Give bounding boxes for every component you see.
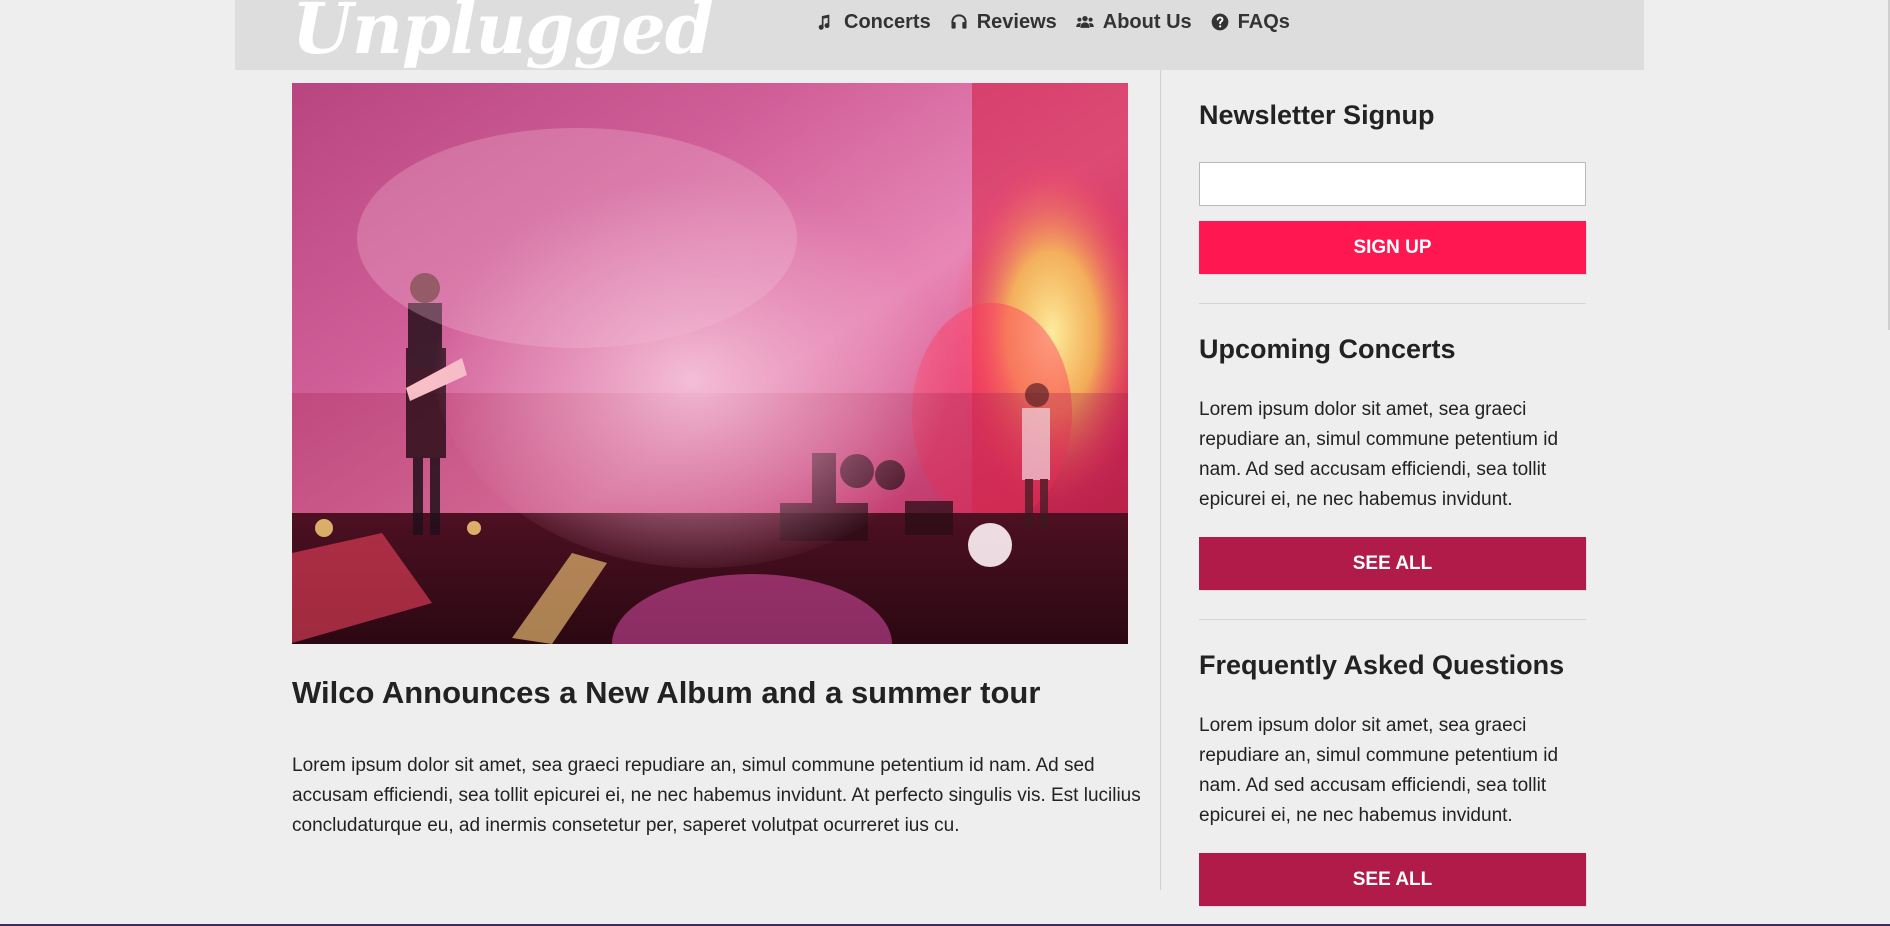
- newsletter-title: Newsletter Signup: [1199, 100, 1435, 130]
- see-all-concerts-button[interactable]: See all: [1199, 537, 1586, 590]
- article-body: Lorem ipsum dolor sit amet, sea graeci r…: [292, 755, 1141, 836]
- question-circle-icon: [1211, 13, 1228, 31]
- users-icon: [1076, 16, 1094, 28]
- sidebar-divider: [1199, 619, 1586, 620]
- headphones-icon: [951, 14, 967, 29]
- music-note-icon: [818, 14, 830, 30]
- main-nav: Concerts Reviews About Us FAQs: [816, 10, 1290, 34]
- concert-stage-photo: [292, 83, 1128, 644]
- faq-title: Frequently Asked Questions: [1199, 650, 1565, 680]
- nav-item-about-us[interactable]: About Us: [1075, 11, 1192, 34]
- newsletter-email-input[interactable]: [1199, 162, 1586, 206]
- hero-image: [292, 83, 1128, 644]
- nav-label: Concerts: [844, 10, 931, 33]
- nav-item-faqs[interactable]: FAQs: [1210, 11, 1290, 34]
- article-title[interactable]: Wilco Announces a New Album and a summer…: [292, 674, 1132, 711]
- faq-text: Lorem ipsum dolor sit amet, sea graeci r…: [1199, 715, 1559, 826]
- nav-item-concerts[interactable]: Concerts: [816, 11, 931, 34]
- sidebar-divider: [1199, 303, 1586, 304]
- nav-label: Reviews: [976, 10, 1057, 33]
- site-logo[interactable]: Unplugged: [292, 0, 714, 64]
- see-all-faq-button[interactable]: See all: [1199, 853, 1586, 906]
- content-divider: [1160, 70, 1161, 890]
- upcoming-concerts-title: Upcoming Concerts: [1199, 334, 1456, 364]
- nav-label: FAQs: [1237, 10, 1290, 33]
- nav-item-reviews[interactable]: Reviews: [949, 11, 1057, 34]
- upcoming-concerts-text: Lorem ipsum dolor sit amet, sea graeci r…: [1199, 399, 1559, 510]
- sign-up-button[interactable]: Sign up: [1199, 221, 1586, 274]
- nav-label: About Us: [1102, 10, 1192, 33]
